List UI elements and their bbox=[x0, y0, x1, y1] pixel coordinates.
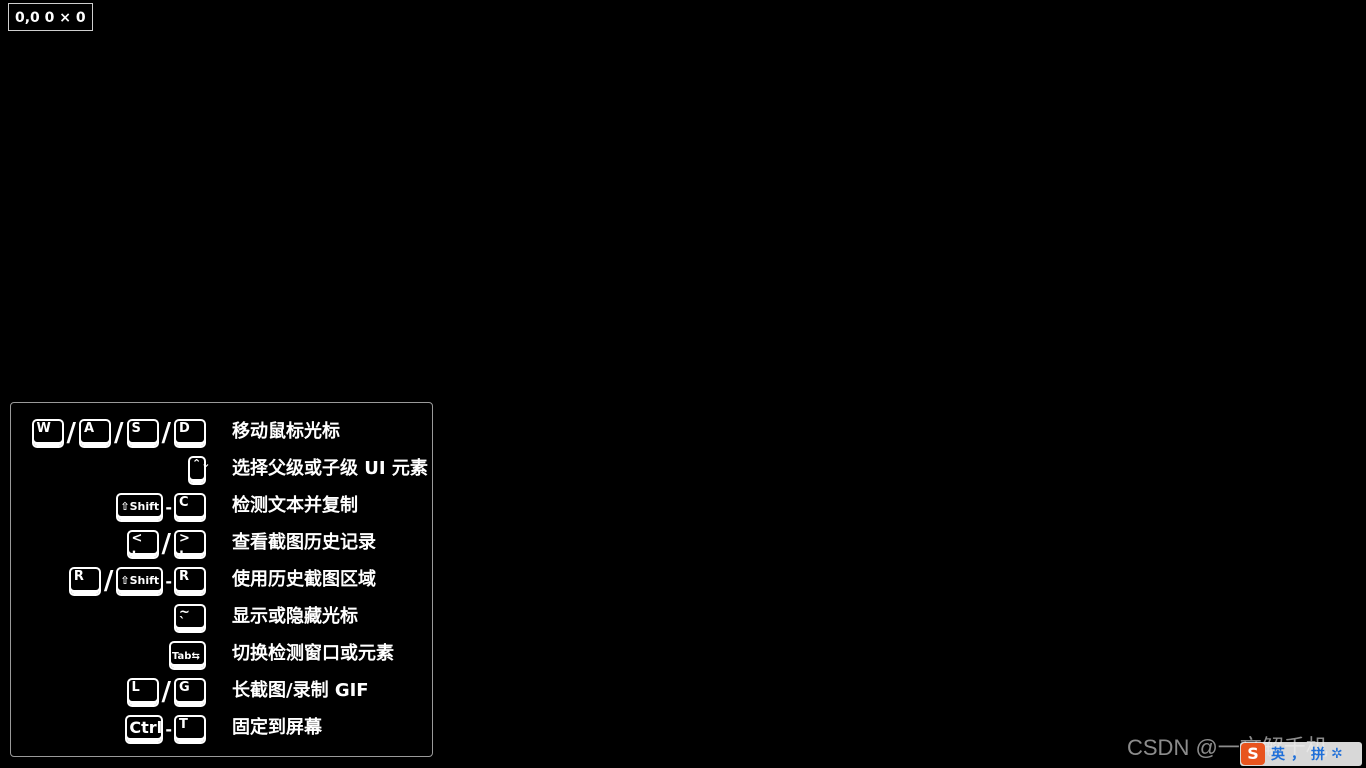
shortcut-row: < , / > . 查看截图历史记录 bbox=[11, 528, 432, 560]
keycap-label: G bbox=[179, 679, 190, 695]
keycap-label: Tab⇆ bbox=[172, 650, 200, 662]
keycap: D bbox=[174, 418, 206, 448]
shortcut-row: ⌃⌄ 选择父级或子级 UI 元素 bbox=[11, 454, 432, 486]
shortcut-keys: Tab⇆ bbox=[169, 639, 206, 671]
key-separator: / bbox=[103, 566, 114, 596]
keycap-label: Ctrl bbox=[129, 717, 163, 737]
shortcut-keys: R / ⇧Shift - R bbox=[68, 565, 206, 597]
key-separator: / bbox=[114, 418, 124, 448]
key-separator: / bbox=[161, 677, 172, 707]
keycap: ~ ` bbox=[174, 603, 206, 633]
keycap-label: > . bbox=[179, 530, 190, 557]
keycap-label: S bbox=[131, 420, 141, 436]
key-combo-dash: - bbox=[165, 497, 172, 517]
ime-pinyin-toggle[interactable]: 拼 bbox=[1311, 744, 1325, 764]
shortcut-keys: L / G bbox=[126, 676, 206, 708]
keycap: ⇧Shift bbox=[116, 492, 164, 522]
keycap: ⇧Shift bbox=[116, 566, 164, 596]
shortcut-description: 查看截图历史记录 bbox=[232, 532, 376, 553]
keycap: R bbox=[174, 566, 206, 596]
shortcut-help-panel: W / A / S / D 移动鼠标光标 ⌃⌄ 选择父级或子级 UI 元素 ⇧Shift - C 检测文本… bbox=[10, 402, 433, 757]
keycap: G bbox=[174, 677, 206, 707]
ime-lang-toggle[interactable]: 英 bbox=[1271, 744, 1285, 764]
sogou-logo-icon: S bbox=[1241, 743, 1265, 765]
shortcut-row: Ctrl - T 固定到屏幕 bbox=[11, 713, 432, 745]
key-separator: / bbox=[161, 529, 172, 559]
shortcut-row: ⇧Shift - C 检测文本并复制 bbox=[11, 491, 432, 523]
shortcut-description: 长截图/录制 GIF bbox=[232, 680, 369, 701]
shortcut-description: 移动鼠标光标 bbox=[232, 421, 340, 442]
keycap: Tab⇆ bbox=[169, 640, 206, 670]
key-separator: / bbox=[161, 418, 172, 448]
ime-status-bar[interactable]: S 英 ， 拼 ✲ bbox=[1240, 742, 1362, 766]
shortcut-row: ~ ` 显示或隐藏光标 bbox=[11, 602, 432, 634]
keycap-label: R bbox=[179, 568, 190, 584]
keycap: C bbox=[174, 492, 206, 522]
shortcut-description: 检测文本并复制 bbox=[232, 495, 358, 516]
keycap: T bbox=[174, 714, 206, 744]
key-separator: / bbox=[66, 418, 77, 448]
shortcut-row: Tab⇆ 切换检测窗口或元素 bbox=[11, 639, 432, 671]
shortcut-description: 选择父级或子级 UI 元素 bbox=[232, 458, 428, 479]
shortcut-description: 切换检测窗口或元素 bbox=[232, 643, 394, 664]
keycap: < , bbox=[126, 529, 159, 559]
shortcut-keys: Ctrl - T bbox=[125, 713, 206, 745]
ime-punct-toggle[interactable]: ， bbox=[1291, 744, 1305, 764]
keycap-label: ⇧Shift bbox=[120, 573, 160, 587]
keycap-label: W bbox=[36, 420, 51, 436]
key-combo-dash: - bbox=[165, 719, 172, 739]
keycap-label: ⇧Shift bbox=[120, 499, 160, 513]
keycap: R bbox=[68, 566, 101, 596]
shortcut-description: 固定到屏幕 bbox=[232, 717, 322, 738]
keycap-label: D bbox=[179, 420, 190, 436]
key-combo-dash: - bbox=[165, 571, 172, 591]
keycap-label: R bbox=[73, 568, 84, 584]
shortcut-keys: ⇧Shift - C bbox=[116, 491, 206, 523]
shortcut-description: 使用历史截图区域 bbox=[232, 569, 376, 590]
keycap: S bbox=[126, 418, 159, 448]
ime-settings-icon[interactable]: ✲ bbox=[1331, 746, 1343, 762]
shortcut-row: R / ⇧Shift - R 使用历史截图区域 bbox=[11, 565, 432, 597]
keycap: A bbox=[79, 418, 111, 448]
keycap-label: ⌃⌄ bbox=[192, 456, 211, 470]
shortcut-row: L / G 长截图/录制 GIF bbox=[11, 676, 432, 708]
keycap: L bbox=[126, 677, 159, 707]
keycap: > . bbox=[174, 529, 206, 559]
keycap-label: < , bbox=[131, 530, 143, 557]
shortcut-row: W / A / S / D 移动鼠标光标 bbox=[11, 417, 432, 449]
shortcut-keys: < , / > . bbox=[126, 528, 206, 560]
keycap-label: T bbox=[179, 716, 188, 732]
shortcut-keys: ⌃⌄ bbox=[188, 454, 210, 486]
coordinate-readout: 0,0 0 × 0 bbox=[8, 3, 93, 31]
keycap-label: C bbox=[179, 494, 189, 510]
keycap: ⌃⌄ bbox=[188, 455, 210, 485]
shortcut-description: 显示或隐藏光标 bbox=[232, 606, 358, 627]
shortcut-keys: ~ ` bbox=[174, 602, 206, 634]
keycap: Ctrl bbox=[125, 714, 164, 744]
keycap-label: A bbox=[84, 420, 95, 436]
keycap-label: ~ ` bbox=[179, 604, 190, 631]
shortcut-keys: W / A / S / D bbox=[31, 417, 206, 449]
keycap: W bbox=[31, 418, 64, 448]
keycap-label: L bbox=[131, 679, 140, 695]
